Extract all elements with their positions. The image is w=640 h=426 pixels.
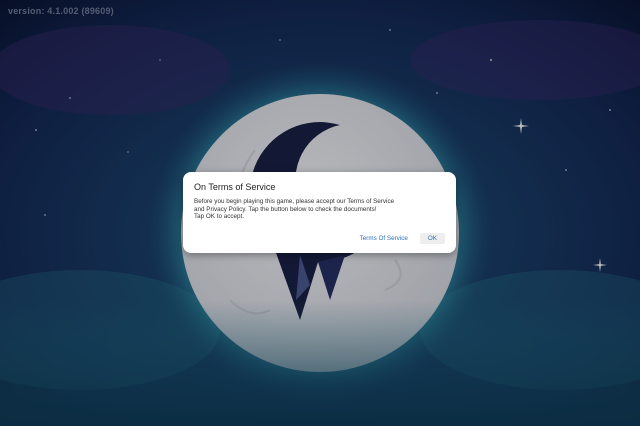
- dialog-actions: Terms Of Service OK: [356, 233, 445, 244]
- dialog-title: On Terms of Service: [194, 182, 276, 192]
- dialog-message-line: Before you begin playing this game, plea…: [194, 198, 395, 205]
- terms-of-service-button[interactable]: Terms Of Service: [356, 233, 412, 244]
- dialog-message: Before you begin playing this game, plea…: [194, 198, 446, 221]
- game-background: version: 4.1.002 (89609) On Terms of Ser…: [0, 0, 640, 426]
- dialog-message-line: and Privacy Policy. Tap the button below…: [194, 205, 377, 213]
- terms-of-service-dialog: On Terms of Service Before you begin pla…: [183, 172, 456, 253]
- ok-button[interactable]: OK: [419, 233, 445, 244]
- dialog-message-line: Tap OK to accept.: [194, 213, 245, 221]
